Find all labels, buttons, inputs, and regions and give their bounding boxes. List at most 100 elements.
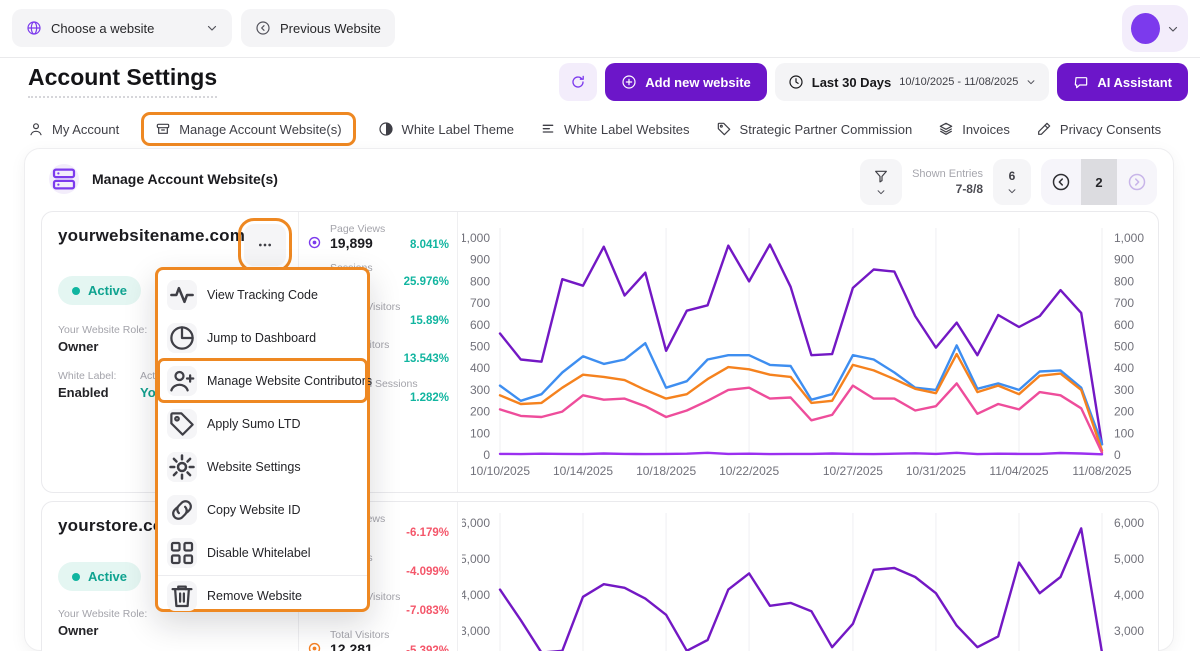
ai-assistant-label: AI Assistant xyxy=(1097,75,1172,90)
refresh-button[interactable] xyxy=(559,63,597,101)
stat-percent: 8.041% xyxy=(410,237,449,253)
next-page-button[interactable] xyxy=(1117,159,1157,205)
white-label: White Label: Enabled xyxy=(58,370,116,400)
stat-percent: 13.543% xyxy=(404,351,449,367)
arrow-left-circle-icon xyxy=(255,20,271,36)
user-icon xyxy=(28,121,44,137)
website-role: Your Website Role: Owner xyxy=(58,608,147,638)
tab-white-label-websites[interactable]: White Label Websites xyxy=(540,121,690,137)
stat-percent: -6.179% xyxy=(406,525,449,541)
shown-entries-label: Shown Entries xyxy=(912,167,983,182)
website-actions-button[interactable] xyxy=(244,224,286,266)
svg-text:500: 500 xyxy=(1114,340,1134,354)
menu-item-apply-sumo-ltd[interactable]: Apply Sumo LTD xyxy=(158,402,367,445)
svg-text:200: 200 xyxy=(470,405,490,419)
menu-item-jump-to-dashboard[interactable]: Jump to Dashboard xyxy=(158,316,367,359)
grid-icon xyxy=(167,538,197,568)
svg-text:11/04/2025: 11/04/2025 xyxy=(989,464,1048,478)
gear-icon xyxy=(167,452,197,482)
tab-privacy-consents[interactable]: Privacy Consents xyxy=(1036,121,1161,137)
page-size-dropdown[interactable]: 6 xyxy=(993,159,1031,205)
tab-white-label-theme[interactable]: White Label Theme xyxy=(378,121,515,137)
circle-dot-icon xyxy=(307,235,322,250)
svg-text:700: 700 xyxy=(1114,296,1134,310)
svg-text:100: 100 xyxy=(470,426,490,440)
menu-item-disable-whitelabel[interactable]: Disable Whitelabel xyxy=(158,531,367,574)
stat-percent: 15.89% xyxy=(410,313,449,329)
svg-text:10/10/2025: 10/10/2025 xyxy=(470,464,530,478)
settings-tabs: My Account Manage Account Website(s) White… xyxy=(28,110,1161,148)
svg-text:900: 900 xyxy=(1114,253,1134,267)
status-badge: Active xyxy=(58,562,141,591)
svg-text:3,000: 3,000 xyxy=(462,624,490,638)
browser-icon xyxy=(155,121,171,137)
line-chart: 10/10/202510/14/202510/18/202510/22/2025… xyxy=(462,212,1160,493)
previous-website-label: Previous Website xyxy=(280,21,381,36)
chevron-down-icon xyxy=(1026,77,1036,87)
svg-text:6,000: 6,000 xyxy=(1114,516,1144,530)
svg-text:10/18/2025: 10/18/2025 xyxy=(636,464,696,478)
svg-text:4,000: 4,000 xyxy=(462,588,490,602)
svg-text:5,000: 5,000 xyxy=(1114,552,1144,566)
svg-text:300: 300 xyxy=(1114,383,1134,397)
svg-text:10/31/2025: 10/31/2025 xyxy=(906,464,966,478)
svg-text:300: 300 xyxy=(470,383,490,397)
tab-invoices[interactable]: Invoices xyxy=(938,121,1010,137)
previous-website-button[interactable]: Previous Website xyxy=(241,9,395,47)
menu-item-website-settings[interactable]: Website Settings xyxy=(158,445,367,488)
account-menu[interactable] xyxy=(1122,5,1188,52)
svg-text:900: 900 xyxy=(470,253,490,267)
status-badge: Active xyxy=(58,276,141,305)
tab-my-account[interactable]: My Account xyxy=(28,121,119,137)
pie-chart-icon xyxy=(167,323,197,353)
add-new-website-button[interactable]: Add new website xyxy=(605,63,766,101)
panel-controls: Shown Entries 7-8/8 6 2 xyxy=(860,159,1157,205)
page-title: Account Settings xyxy=(28,64,217,98)
chat-icon xyxy=(1073,74,1089,90)
stat-percent: 1.282% xyxy=(410,390,449,406)
menu-item-copy-website-id[interactable]: Copy Website ID xyxy=(158,488,367,531)
svg-text:200: 200 xyxy=(1114,405,1134,419)
menu-item-manage-website-contributors[interactable]: Manage Website Contributors xyxy=(158,359,367,402)
website-name: yourwebsitename.com xyxy=(58,226,245,246)
status-dot-icon xyxy=(72,287,80,295)
tab-strategic-partner-commission[interactable]: Strategic Partner Commission xyxy=(716,121,913,137)
tab-manage-account-website-s[interactable]: Manage Account Website(s) xyxy=(141,112,355,146)
date-range-button[interactable]: Last 30 Days 10/10/2025 - 11/08/2025 xyxy=(775,63,1050,101)
add-new-website-label: Add new website xyxy=(645,75,750,90)
svg-text:1,000: 1,000 xyxy=(1114,231,1144,245)
refresh-icon xyxy=(570,74,586,90)
traffic-chart: 10/10/202510/14/202510/18/202510/22/2025… xyxy=(462,212,1160,498)
pen-icon xyxy=(1036,121,1052,137)
choose-website-label: Choose a website xyxy=(51,21,154,36)
circle-dot-icon xyxy=(307,641,322,651)
svg-text:600: 600 xyxy=(470,318,490,332)
dots-icon xyxy=(257,237,273,253)
svg-text:700: 700 xyxy=(470,296,490,310)
shown-entries-value: 7-8/8 xyxy=(912,182,983,197)
pagination: 2 xyxy=(1041,159,1157,205)
stat-total-visitors: Total Visitors12,281-5.392% xyxy=(307,628,449,651)
chevron-down-icon xyxy=(206,22,218,34)
svg-text:800: 800 xyxy=(470,274,490,288)
database-icon xyxy=(49,164,79,194)
panel-title: Manage Account Website(s) xyxy=(92,171,278,187)
svg-text:800: 800 xyxy=(1114,274,1134,288)
svg-text:6,000: 6,000 xyxy=(462,516,490,530)
menu-item-remove-website[interactable]: Remove Website xyxy=(158,577,367,614)
ai-assistant-button[interactable]: AI Assistant xyxy=(1057,63,1188,101)
header-actions: Add new website Last 30 Days 10/10/2025 … xyxy=(559,63,1188,101)
chevron-down-icon xyxy=(1007,186,1017,196)
svg-text:0: 0 xyxy=(483,448,490,462)
plus-circle-icon xyxy=(621,74,637,90)
line-chart: 10/10/202510/14/202510/18/202510/22/2025… xyxy=(462,502,1160,651)
arrow-right-circle-icon xyxy=(1127,172,1147,192)
svg-text:0: 0 xyxy=(1114,448,1121,462)
choose-website-dropdown[interactable]: Choose a website xyxy=(12,9,232,47)
prev-page-button[interactable] xyxy=(1041,159,1081,205)
menu-item-view-tracking-code[interactable]: View Tracking Code xyxy=(158,273,367,316)
svg-text:400: 400 xyxy=(1114,361,1134,375)
globe-icon xyxy=(26,20,42,36)
date-range-label: Last 30 Days xyxy=(812,75,892,90)
filter-button[interactable] xyxy=(860,159,902,205)
